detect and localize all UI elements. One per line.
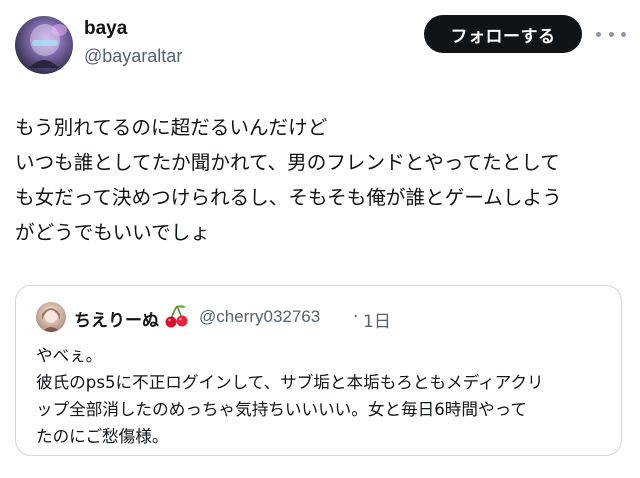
- follow-button[interactable]: フォローする: [424, 15, 582, 53]
- quoted-text-line: ップ全部消したのめっちゃ気持ちいいいい。女と毎日6時間やって: [36, 400, 527, 419]
- dot: [621, 31, 626, 37]
- quoted-text-line: やべぇ。: [36, 346, 103, 365]
- quoted-post[interactable]: ちえりーぬ @cherry032763 · 1日 やべぇ。 彼氏のps5に不正ロ…: [15, 285, 622, 456]
- cherry-icon: [164, 303, 190, 329]
- author-avatar[interactable]: [15, 16, 73, 74]
- post-text-line: も女だって決めつけられるし、そもそも俺が誰とゲームしよう: [15, 186, 562, 209]
- post-text: もう別れてるのに超だるいんだけど いつも誰としてたか聞かれて、男のフレンドとやっ…: [15, 110, 625, 250]
- quoted-avatar-image: [42, 307, 60, 332]
- post-text-line: がどうでもいいでしょ: [15, 221, 210, 244]
- dot: [596, 31, 601, 37]
- quoted-post-text: やべぇ。 彼氏のps5に不正ログインして、サブ垢と本垢もろともメディアクリ ップ…: [36, 342, 611, 450]
- quoted-text-line: 彼氏のps5に不正ログインして、サブ垢と本垢もろともメディアクリ: [36, 373, 544, 392]
- quoted-text-line: たのにご愁傷様。: [36, 427, 169, 446]
- separator-dot: ·: [353, 307, 359, 327]
- post-card: baya @bayaraltar フォローする もう別れてるのに超だるいんだけど…: [0, 0, 640, 478]
- quoted-author-handle: @cherry032763: [199, 307, 321, 326]
- quoted-post-time[interactable]: 1日: [363, 307, 391, 332]
- post-text-line: いつも誰としてたか聞かれて、男のフレンドとやってたとして: [15, 151, 560, 174]
- author-display-name[interactable]: baya: [84, 18, 127, 40]
- quoted-author-avatar: [36, 302, 66, 332]
- more-options-icon[interactable]: [596, 24, 626, 44]
- dot: [608, 31, 614, 37]
- avatar-image: [29, 24, 67, 68]
- post-text-line: もう別れてるのに超だるいんだけど: [15, 116, 328, 139]
- quoted-author-name: ちえりーぬ: [74, 311, 159, 331]
- author-handle[interactable]: @bayaraltar: [84, 46, 182, 67]
